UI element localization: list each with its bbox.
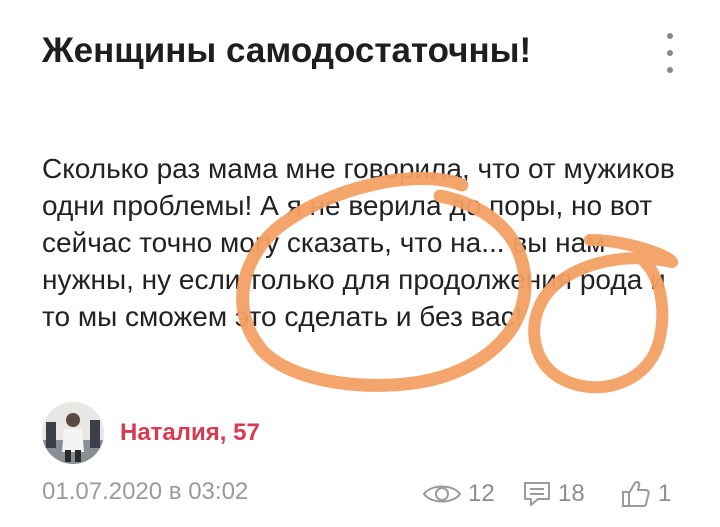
author-name[interactable]: Наталия, 57 (120, 419, 260, 447)
post-title: Женщины самодостаточны! (42, 31, 532, 70)
eye-icon (422, 485, 462, 503)
more-options-button[interactable] (655, 30, 685, 76)
post-date: 01.07.2020 в 03:02 (42, 478, 249, 505)
likes-counter[interactable]: 1 (620, 478, 671, 510)
more-dot (667, 50, 673, 56)
comments-counter[interactable]: 18 (522, 478, 585, 510)
avatar-photo (42, 402, 104, 464)
post-body: Сколько раз мама мне говорила, что от му… (42, 153, 675, 332)
likes-count: 1 (658, 480, 672, 507)
more-vertical-icon (667, 33, 673, 39)
avatar[interactable] (42, 402, 104, 464)
views-counter[interactable]: 12 (422, 478, 495, 510)
views-count: 12 (468, 480, 495, 507)
comment-icon (524, 482, 550, 506)
author-block[interactable]: Наталия, 57 (42, 402, 260, 464)
more-dot (667, 67, 673, 73)
comments-count: 18 (558, 480, 585, 507)
thumbs-up-icon (622, 481, 650, 507)
